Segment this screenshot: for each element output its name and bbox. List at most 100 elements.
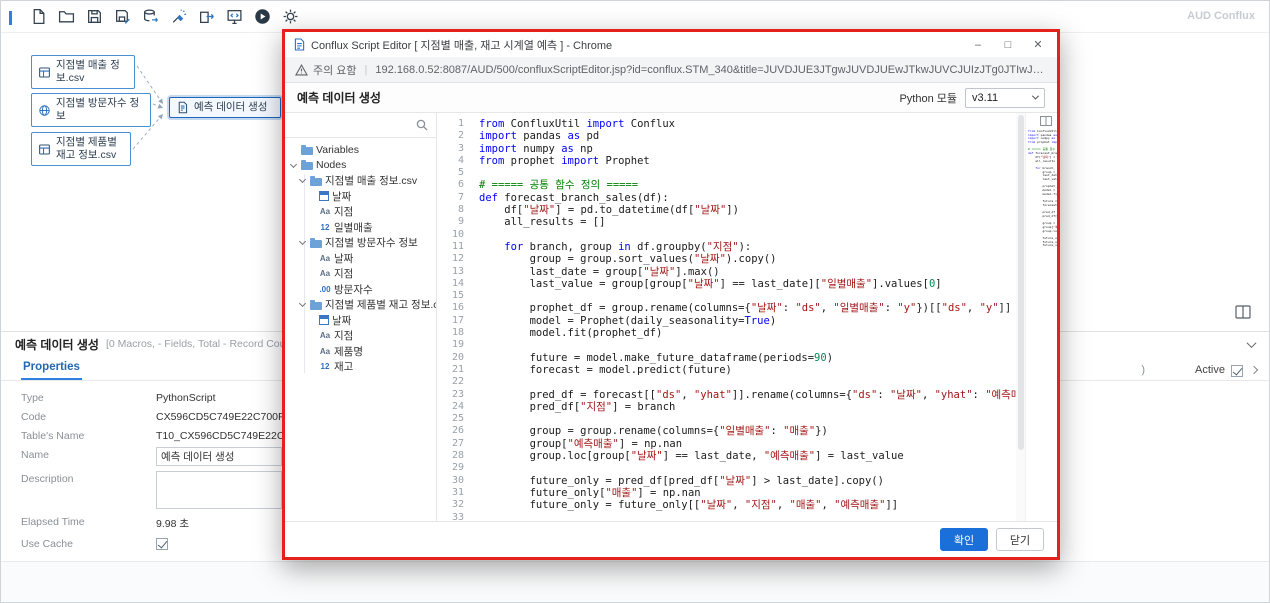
code-line[interactable] [479,339,1016,351]
code-line[interactable] [479,290,1016,302]
flow-node-forecast-script[interactable]: 예측 데이터 생성 [169,97,281,118]
tree-folder[interactable]: 지점별 방문자수 정보 [285,235,436,251]
code-line[interactable]: last_value = group[group["날짜"] == last_d… [479,278,1016,290]
tree-field[interactable]: Aa지점 [285,328,436,344]
code-line[interactable]: import numpy as np [479,143,1016,155]
tree-folder[interactable]: Nodes [285,158,436,174]
code-line[interactable] [479,229,1016,241]
python-version-select[interactable]: v3.11 [965,88,1045,108]
code-line[interactable]: model = Prophet(daily_seasonality=True) [479,315,1016,327]
code-line[interactable]: pred_df = forecast[["ds", "yhat"]].renam… [479,389,1016,401]
code-line[interactable]: df["날짜"] = pd.to_datetime(df["날짜"]) [479,204,1016,216]
property-value-use-cache[interactable] [156,538,168,550]
scrollbar-thumb[interactable] [1018,115,1024,450]
code-line[interactable]: group = group.sort_values("날짜").copy() [479,253,1016,265]
code-line[interactable]: group = group.rename(columns={"일별매출": "매… [479,425,1016,437]
code-line[interactable]: future_only["매출"] = np.nan [479,487,1016,499]
expand-right-icon[interactable] [1251,367,1257,373]
data-sync-icon[interactable] [141,8,159,26]
csv-table-icon [38,66,51,79]
code-line[interactable]: group["예측매출"] = np.nan [479,438,1016,450]
code-line[interactable]: future_only = future_only[["날짜", "지점", "… [479,499,1016,511]
code-line[interactable]: from ConfluxUtil import Conflux [479,118,1016,130]
new-file-icon[interactable] [29,8,47,26]
tree-folder[interactable]: Variables [285,142,436,158]
code-line[interactable]: group.loc[group["날짜"] == last_date, "예측매… [1028,230,1057,234]
minimap[interactable]: from ConfluxUtil import Confluximport pa… [1026,130,1057,252]
flow-node-inventory-csv[interactable]: 지점별 제품별 재고 정보.csv [31,132,131,166]
tree-field[interactable]: .00방문자수 [285,282,436,298]
tree-folder[interactable]: 지점별 매출 정보.csv [285,173,436,189]
tree-field[interactable]: 날짜 [285,313,436,329]
code-line[interactable]: group.loc[group["날짜"] == last_date, "예측매… [479,450,1016,462]
tree-folder[interactable]: 지점별 제품별 재고 정보.csv [285,297,436,313]
code-line[interactable]: # ===== 공통 함수 정의 ===== [479,179,1016,191]
code-line[interactable] [479,376,1016,388]
code-line[interactable]: future = model.make_future_dataframe(per… [479,352,1016,364]
script-monitor-icon[interactable] [225,8,243,26]
tree-field[interactable]: 날짜 [285,189,436,205]
flow-node-visitors[interactable]: 지점별 방문자수 정보 [31,93,151,127]
code-line[interactable]: forecast = model.predict(future) [1028,204,1057,208]
maximize-button[interactable]: □ [993,33,1023,56]
close-button[interactable]: 닫기 [996,528,1044,551]
code-line[interactable]: pred_df["지점"] = branch [1028,215,1057,219]
save-edit-icon[interactable] [113,8,131,26]
chevron-down-icon[interactable] [298,303,307,306]
confirm-button[interactable]: 확인 [940,528,988,551]
code-line[interactable]: pred_df["지점"] = branch [479,401,1016,413]
settings-gear-icon[interactable] [281,8,299,26]
tree-field[interactable]: Aa제품명 [285,344,436,360]
code-line[interactable]: def forecast_branch_sales(df): [479,192,1016,204]
tree-field[interactable]: 12재고 [285,359,436,375]
open-folder-icon[interactable] [57,8,75,26]
code-line[interactable]: future_only = pred_df[pred_df["날짜"] > la… [479,475,1016,487]
clean-icon[interactable] [169,8,187,26]
close-window-button[interactable]: ✕ [1023,33,1053,56]
code-line[interactable]: all_results = [] [479,216,1016,228]
run-icon[interactable] [253,8,271,26]
code-line[interactable]: model.fit(prophet_df) [479,327,1016,339]
code-editor[interactable]: 1234567891011121314151617181920212223242… [437,113,1057,521]
minimize-button[interactable]: – [963,33,993,56]
code-line[interactable]: import pandas as pd [479,130,1016,142]
tree-field[interactable]: 12일별매출 [285,220,436,236]
collapse-panel-icon[interactable] [1248,341,1255,348]
active-checkbox[interactable] [1231,365,1243,377]
code-line[interactable]: last_date = group["날짜"].max() [479,266,1016,278]
flow-node-sales-csv[interactable]: 지점별 매출 정보.csv [31,55,135,89]
chevron-down-icon[interactable] [289,164,298,167]
node-label: 지점별 매출 정보.csv [56,59,128,85]
tree-field[interactable]: Aa날짜 [285,251,436,267]
code-line[interactable] [479,462,1016,474]
tree-search-input[interactable] [285,113,436,138]
property-value-name[interactable] [156,447,282,466]
export-icon[interactable] [197,8,215,26]
code-line[interactable]: prophet_df = group.rename(columns={"날짜":… [479,302,1016,314]
split-view-icon[interactable] [1235,305,1251,324]
editor-scrollbar[interactable] [1016,113,1025,521]
chevron-down-icon[interactable] [298,241,307,244]
code-line[interactable]: for branch, group in df.groupby("지점"): [479,241,1016,253]
property-value-description[interactable] [156,471,282,509]
code-line[interactable] [479,167,1016,179]
code-line[interactable] [479,413,1016,425]
code-line[interactable]: all_results = [] [1028,160,1057,164]
code-area[interactable]: from ConfluxUtil import Confluximport pa… [473,113,1016,521]
code-line[interactable]: from prophet import Prophet [479,155,1016,167]
code-line[interactable]: from prophet import Prophet [1028,141,1057,145]
window-titlebar[interactable]: Conflux Script Editor [ 지점별 매출, 재고 시계열 예… [285,32,1057,57]
tree-field[interactable]: Aa지점 [285,266,436,282]
chevron-down-icon[interactable] [298,179,307,182]
save-icon[interactable] [85,8,103,26]
tab-properties[interactable]: Properties [21,357,82,380]
code-line[interactable]: future_only = future_only[["날짜", "지점", "… [1028,244,1057,248]
code-line[interactable] [1028,248,1057,252]
address-bar[interactable]: 주의 요함 | 192.168.0.52:8087/AUD/500/conflu… [285,57,1057,83]
code-line[interactable] [479,512,1016,522]
minimap-toggle-icon[interactable] [1040,116,1052,126]
tree-field[interactable]: Aa지점 [285,204,436,220]
code-line[interactable]: forecast = model.predict(future) [479,364,1016,376]
code-line[interactable]: model.fit(prophet_df) [1028,193,1057,197]
code-line[interactable]: last_value = group[group["날짜"] == last_d… [1028,178,1057,182]
